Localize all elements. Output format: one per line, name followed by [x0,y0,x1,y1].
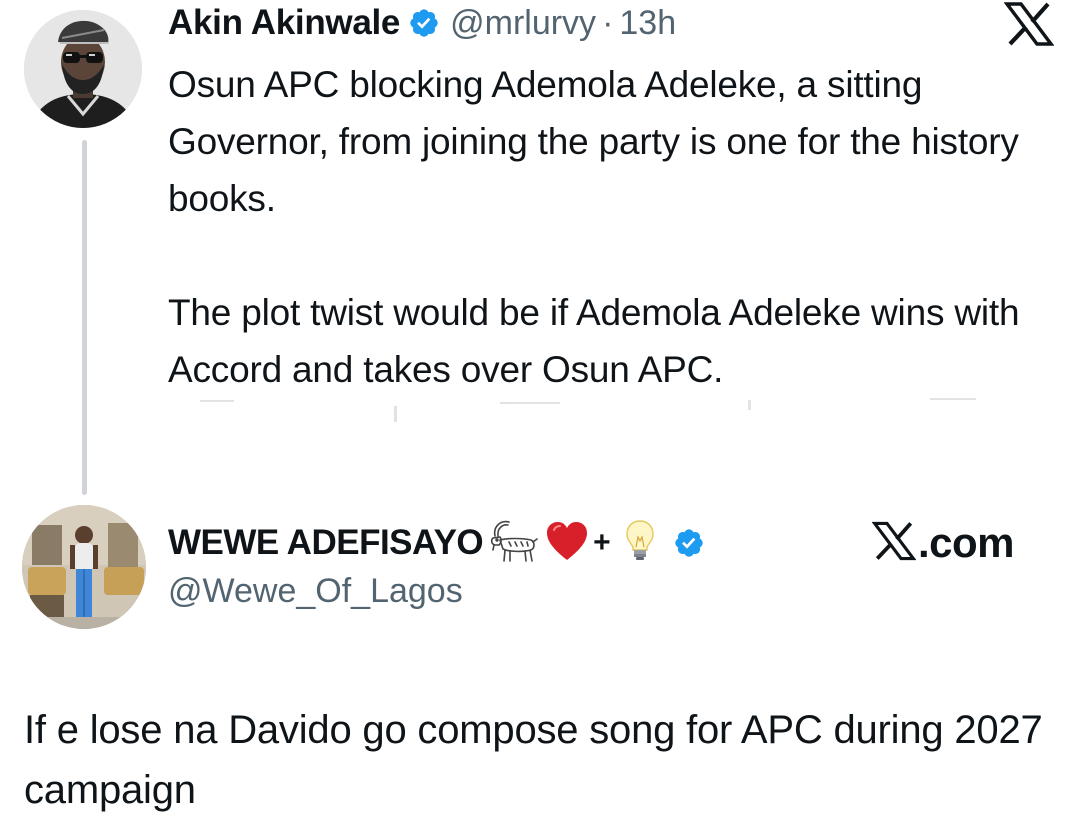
verified-badge-icon [673,527,705,559]
tweet-timestamp[interactable]: 13h [619,4,676,43]
goat-emoji-icon [487,518,541,569]
source-domain-text: .com [918,519,1015,566]
meta-separator: · [602,3,614,42]
light-bulb-emoji-icon [625,519,655,568]
x-logo-icon [1003,2,1055,46]
x-logo-icon [871,521,917,566]
author-display-name[interactable]: Akin Akinwale [168,3,400,43]
verified-badge-icon [408,7,440,39]
quoted-author-display-name[interactable]: WEWE ADEFISAYO [168,523,484,563]
source-watermark: .com [871,516,1015,570]
quoted-tweet-text: If e lose na Davido go compose song for … [24,708,1043,812]
quoted-author-handle[interactable]: @Wewe_Of_Lagos [168,572,463,611]
author-handle[interactable]: @mrlurvy [450,4,596,43]
quoted-author-avatar-image [22,505,146,629]
plus-sign: + [593,526,611,559]
tweet1-header: Akin Akinwale @mrlurvy · 13h [168,0,676,46]
tweet1-text: Osun APC blocking Ademola Adeleke, a sit… [168,56,1058,398]
tweet1-paragraph: The plot twist would be if Ademola Adele… [168,292,1020,390]
red-heart-emoji-icon [545,520,589,567]
thread-connector-line [82,140,87,495]
author-avatar[interactable] [24,10,142,128]
tweet1-paragraph: Osun APC blocking Ademola Adeleke, a sit… [168,64,1019,219]
quoted-tweet-header: WEWE ADEFISAYO + [168,516,705,570]
faint-divider-artifact [170,398,1050,438]
quoted-author-avatar[interactable] [22,505,146,629]
author-avatar-image [24,10,142,128]
